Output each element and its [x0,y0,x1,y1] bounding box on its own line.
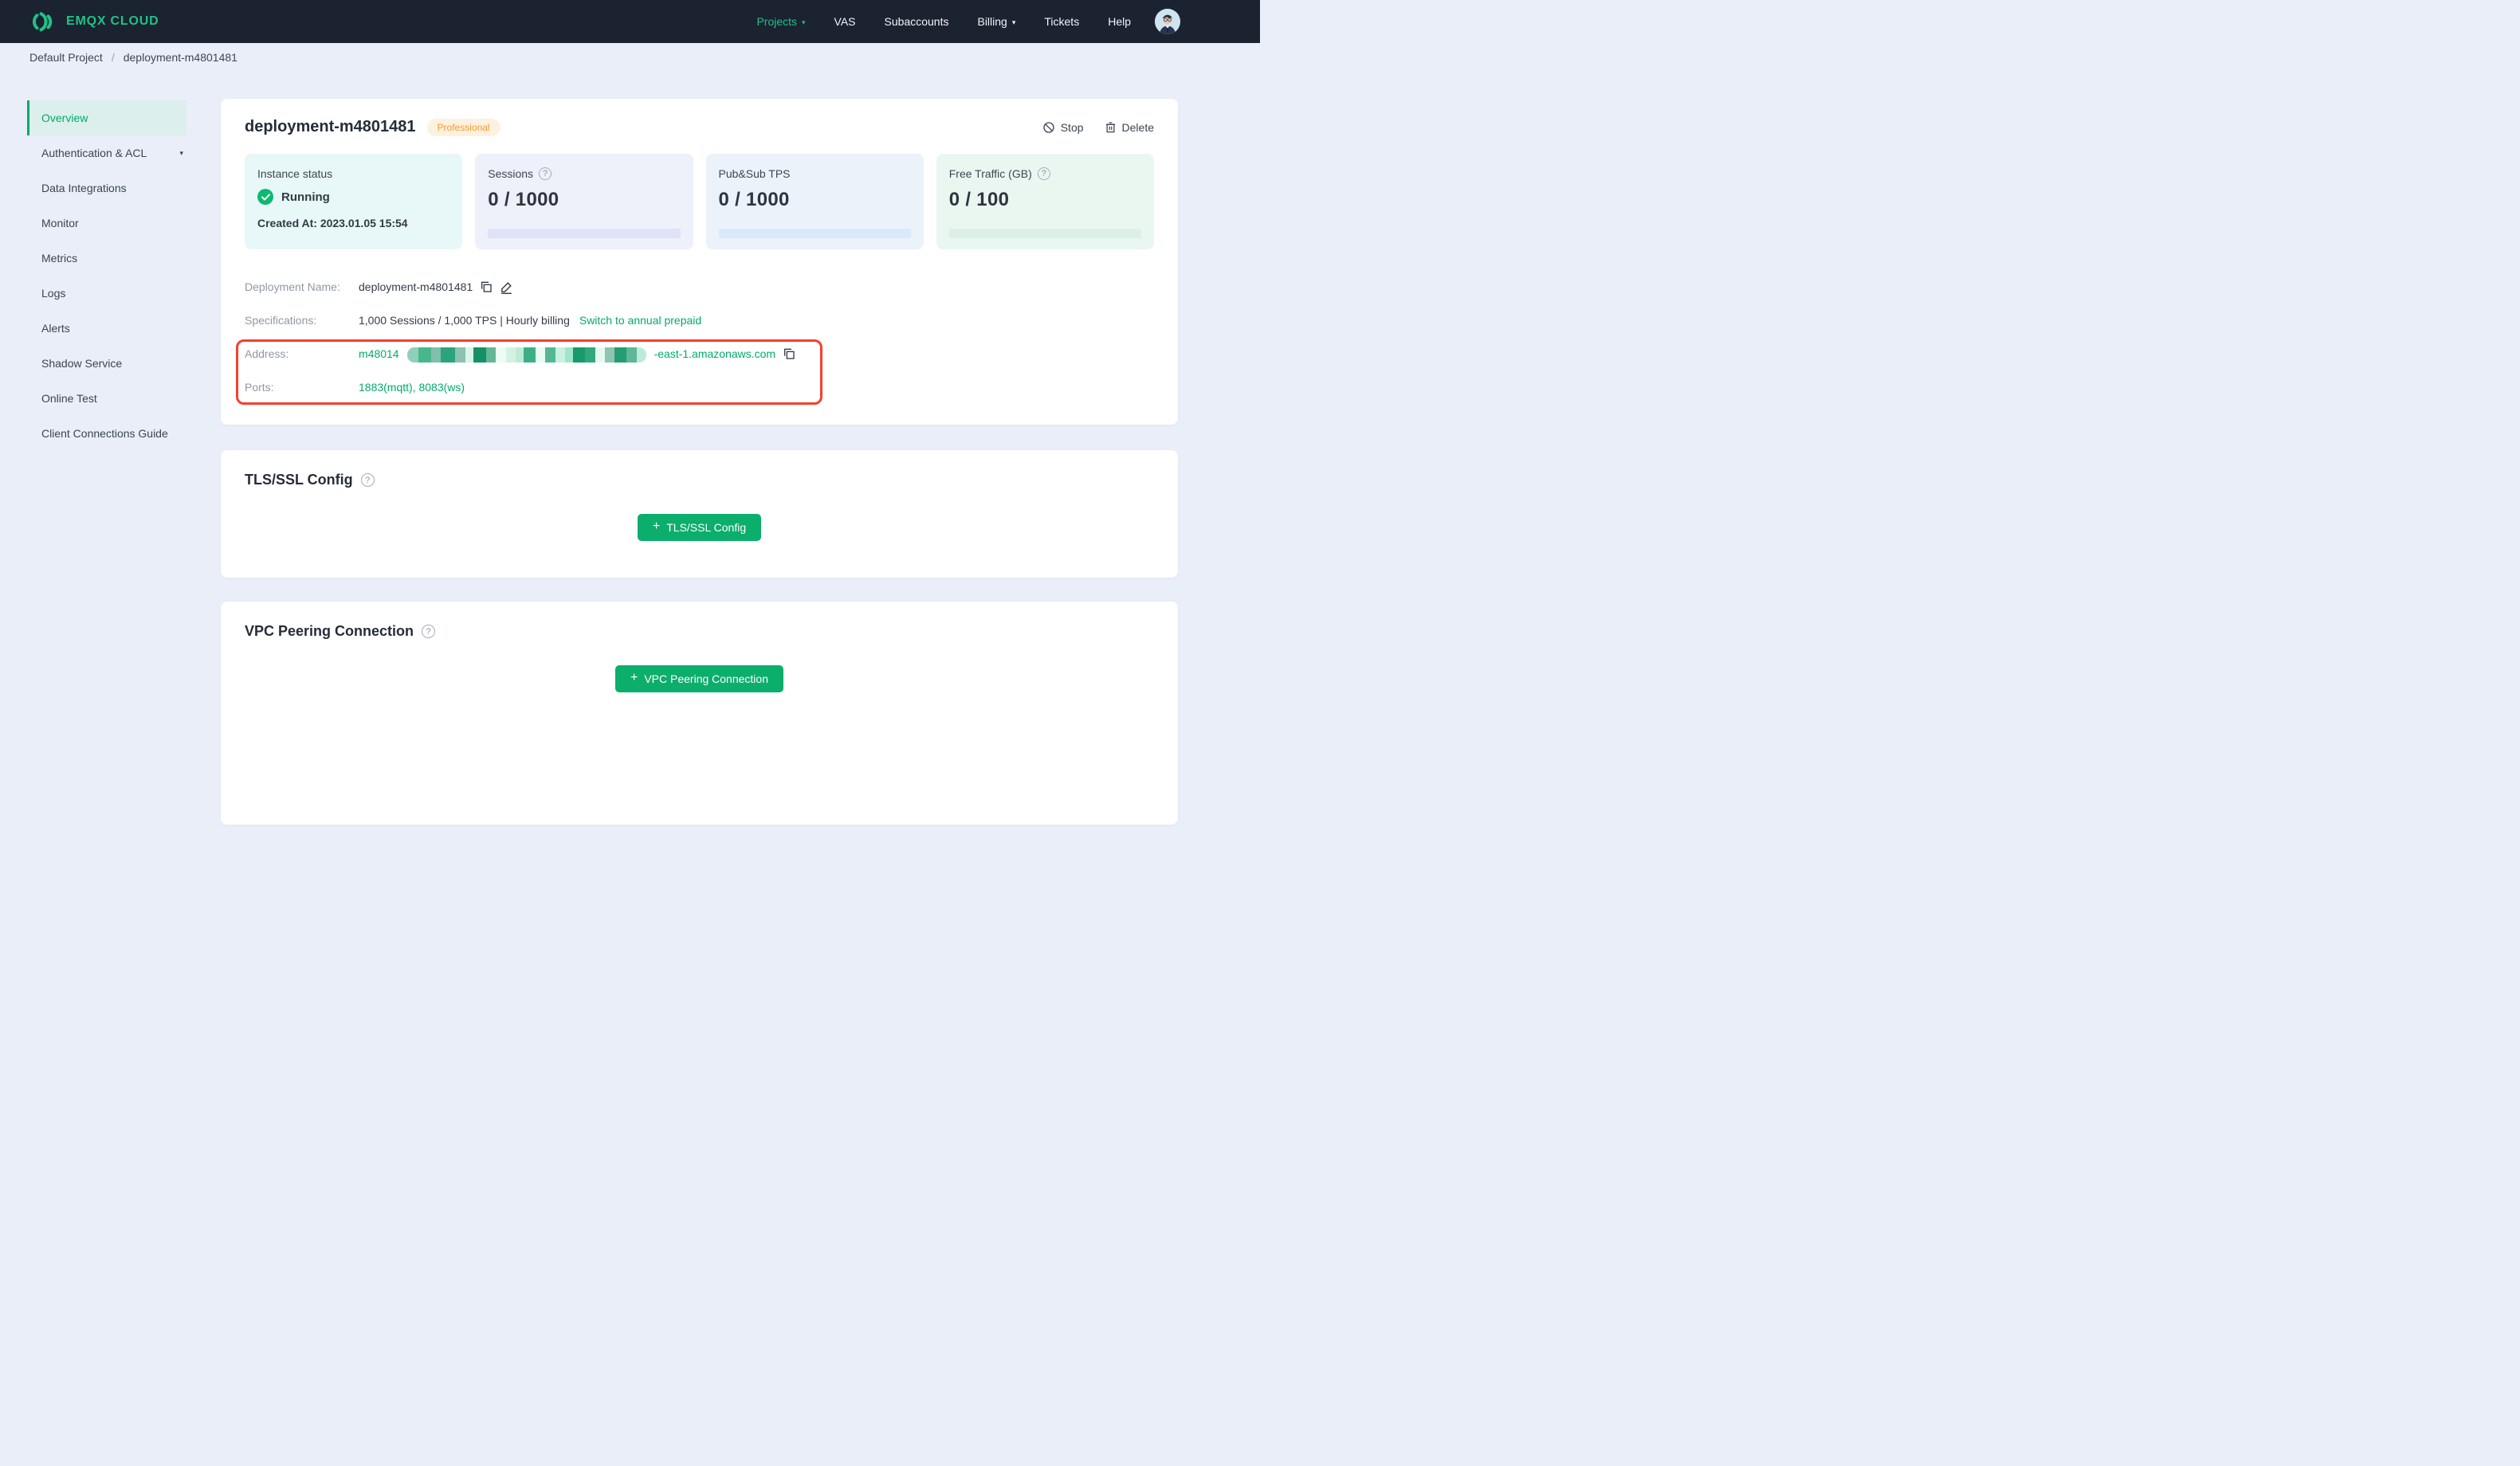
sessions-progress-bar [488,229,681,238]
nav-item-help[interactable]: Help [1108,15,1131,28]
vpc-peering-card: VPC Peering Connection ? + VPC Peering C… [221,602,1178,825]
switch-annual-prepaid-link[interactable]: Switch to annual prepaid [579,314,701,327]
main-content: deployment-m4801481 Professional Stop De… [221,99,1178,825]
specifications-value: 1,000 Sessions / 1,000 TPS | Hourly bill… [359,314,570,327]
pubsub-tps-progress-bar [718,229,911,238]
specifications-label: Specifications: [245,314,317,327]
address-redaction [406,347,646,363]
free-traffic-card: Free Traffic (GB) ? 0 / 100 [936,154,1154,249]
address-row: Address: m48014 -east-1.amazonaws.com [245,337,1154,370]
specifications-row: Specifications: 1,000 Sessions / 1,000 T… [245,304,1154,337]
chevron-down-icon: ▾ [802,18,806,26]
chevron-down-icon: ▾ [1011,18,1016,26]
add-tls-ssl-config-button[interactable]: + TLS/SSL Config [637,514,762,541]
brand[interactable]: EMQX CLOUD [29,9,159,34]
sessions-value: 0 / 1000 [488,189,559,210]
plus-icon: + [652,519,661,533]
deployment-name-value: deployment-m4801481 [359,280,473,293]
nav-item-billing[interactable]: Billing ▾ [977,15,1015,28]
sidebar-item-monitor[interactable]: Monitor [27,206,186,241]
sidebar-item-shadow-service[interactable]: Shadow Service [27,346,186,381]
nav-item-vas[interactable]: VAS [834,15,856,28]
copy-icon[interactable] [783,347,795,360]
top-nav: EMQX CLOUD Projects ▾ VAS Subaccounts Bi… [0,0,1260,43]
sidebar-item-client-connections-guide[interactable]: Client Connections Guide [27,416,186,451]
help-icon[interactable]: ? [360,473,375,487]
instance-status-value: Running [281,190,330,204]
delete-button[interactable]: Delete [1105,121,1154,134]
stop-button[interactable]: Stop [1042,121,1084,134]
address-prefix: m48014 [359,347,399,360]
plan-badge: Professional [426,118,500,136]
help-icon[interactable]: ? [539,167,552,180]
tls-ssl-title: TLS/SSL Config [245,472,353,488]
sidebar-item-overview[interactable]: Overview [27,100,186,135]
user-avatar[interactable] [1155,9,1180,34]
free-traffic-value: 0 / 100 [948,189,1010,210]
stat-cards: Instance status Running Created At: 2023… [245,154,1154,249]
sidebar-item-logs[interactable]: Logs [27,276,186,311]
ports-value: 1883(mqtt), 8083(ws) [359,381,465,394]
breadcrumb-current: deployment-m4801481 [123,51,237,64]
stop-icon [1042,121,1055,134]
deployment-title: deployment-m4801481 [245,118,416,135]
brand-name: EMQX CLOUD [66,14,159,28]
deployment-overview-card: deployment-m4801481 Professional Stop De… [221,99,1178,425]
chevron-down-icon: ▾ [179,149,183,157]
sidebar-item-alerts[interactable]: Alerts [27,311,186,346]
copy-icon[interactable] [480,280,493,293]
nav-item-projects[interactable]: Projects ▾ [756,15,805,28]
sidebar-item-online-test[interactable]: Online Test [27,381,186,416]
trash-icon [1105,121,1117,134]
edit-icon[interactable] [500,280,513,294]
pubsub-tps-value: 0 / 1000 [718,189,790,210]
sidebar-item-authentication-acl[interactable]: Authentication & ACL ▾ [27,135,186,171]
instance-status-card: Instance status Running Created At: 2023… [245,154,463,249]
breadcrumb-project[interactable]: Default Project [29,51,103,64]
plus-icon: + [630,671,638,684]
sessions-label: Sessions [488,167,534,180]
help-icon[interactable]: ? [422,625,436,638]
deployment-details: Deployment Name: deployment-m4801481 Spe… [236,270,1154,405]
tls-ssl-card: TLS/SSL Config ? + TLS/SSL Config [221,450,1178,578]
deployment-name-row: Deployment Name: deployment-m4801481 [245,270,1154,304]
emqx-logo-icon [29,9,57,34]
add-vpc-peering-button[interactable]: + VPC Peering Connection [615,665,783,692]
check-circle-icon [257,189,273,205]
vpc-peering-title: VPC Peering Connection [245,623,414,639]
sessions-card: Sessions ? 0 / 1000 [475,154,693,249]
created-at: Created At: 2023.01.05 15:54 [257,217,408,229]
address-label: Address: [245,347,289,360]
nav-item-tickets[interactable]: Tickets [1044,15,1079,28]
pubsub-tps-card: Pub&Sub TPS 0 / 1000 [705,154,924,249]
instance-status-label: Instance status [257,167,333,180]
free-traffic-progress-bar [948,229,1141,238]
address-suffix: -east-1.amazonaws.com [654,347,776,360]
sidebar-item-metrics[interactable]: Metrics [27,241,186,276]
help-icon[interactable]: ? [1037,167,1050,180]
sidebar: Overview Authentication & ACL ▾ Data Int… [0,72,203,451]
ports-label: Ports: [245,381,274,394]
breadcrumb-separator: / [111,51,115,64]
nav-item-subaccounts[interactable]: Subaccounts [885,15,949,28]
free-traffic-label: Free Traffic (GB) [948,167,1032,180]
ports-row: Ports: 1883(mqtt), 8083(ws) [245,370,1154,404]
breadcrumb: Default Project / deployment-m4801481 [0,43,1260,72]
deployment-name-label: Deployment Name: [245,280,340,293]
sidebar-item-data-integrations[interactable]: Data Integrations [27,171,186,206]
pubsub-tps-label: Pub&Sub TPS [718,167,791,180]
nav-menu: Projects ▾ VAS Subaccounts Billing ▾ Tic… [756,15,1131,28]
